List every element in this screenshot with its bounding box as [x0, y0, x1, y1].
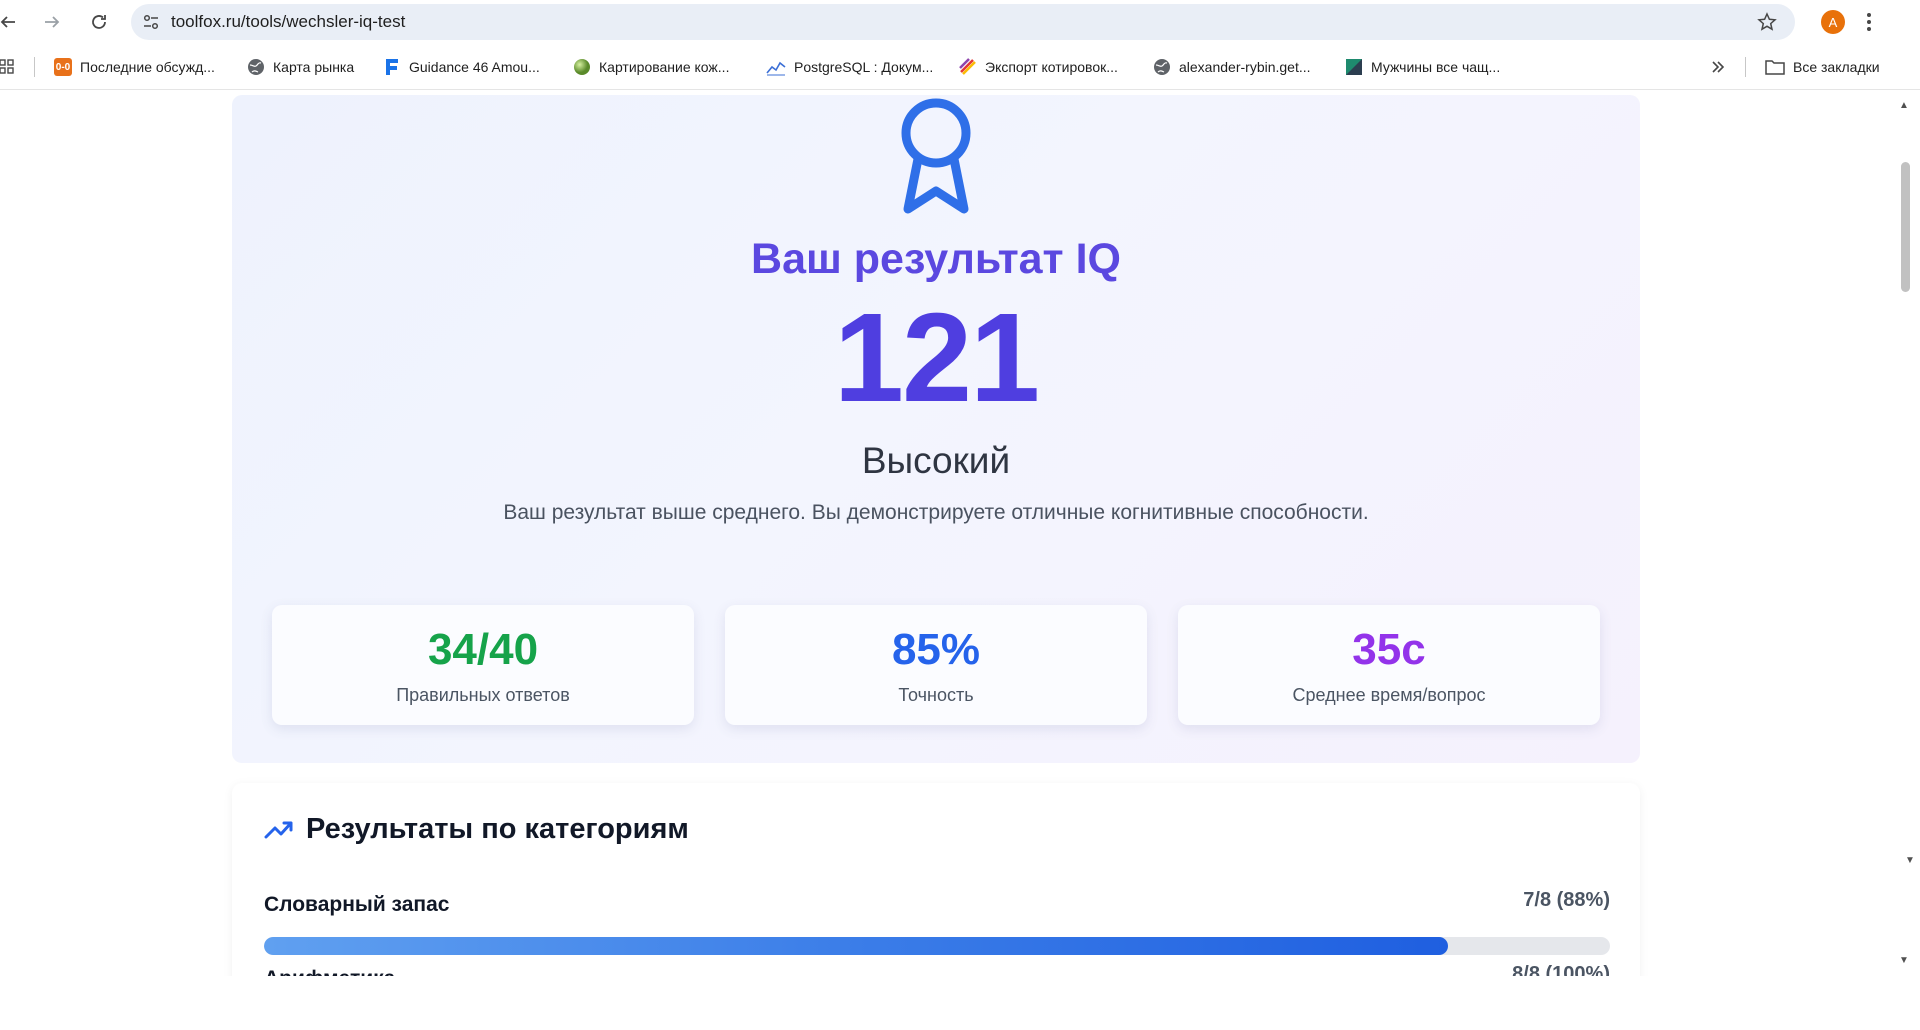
stat-value: 35с [1352, 625, 1426, 674]
progress-track [264, 937, 1610, 955]
scroll-down-arrow-icon[interactable]: ▼ [1899, 955, 1909, 966]
result-title: Ваш результат IQ [751, 235, 1121, 283]
forward-button[interactable] [30, 0, 74, 44]
address-bar[interactable]: toolfox.ru/tools/wechsler-iq-test [131, 4, 1795, 40]
stat-card-avg-time: 35с Среднее время/вопрос [1178, 605, 1600, 725]
category-score: 7/8 (88%) [1523, 889, 1610, 911]
bookmark-item[interactable]: Guidance 46 Amou... [383, 56, 540, 78]
bookmark-item[interactable]: 0-0 Последние обсужд... [54, 56, 215, 78]
bookmark-label: Последние обсужд... [80, 59, 215, 75]
iq-level: Высокий [861, 440, 1011, 481]
stat-card-correct: 34/40 Правильных ответов [272, 605, 694, 725]
forum-icon: 0-0 [54, 58, 72, 76]
bookmark-label: Карта рынка [273, 59, 355, 75]
scrollbar-thumb[interactable] [1901, 162, 1910, 292]
profile-avatar[interactable]: A [1821, 10, 1845, 34]
stat-value: 34/40 [427, 625, 539, 674]
progress-fill [264, 937, 1449, 955]
scroll-up-arrow-icon[interactable]: ▲ [1899, 100, 1909, 111]
browser-menu-icon[interactable] [1866, 12, 1872, 37]
bookmark-label: Экспорт котировок... [985, 59, 1118, 75]
stat-value: 85% [891, 625, 981, 674]
bookmark-label: Картирование кож... [599, 59, 730, 75]
chevron-double-right-icon [1712, 61, 1725, 73]
more-bookmarks-button[interactable] [1711, 56, 1725, 78]
arrow-right-icon [45, 16, 60, 28]
site-settings-icon[interactable] [131, 13, 171, 31]
result-hero-card: Ваш результат IQ 121 Высокий Ваш результ… [232, 95, 1640, 763]
bookmarks-separator [34, 57, 35, 77]
sphere-icon [574, 59, 590, 75]
stat-label: Правильных ответов [396, 685, 570, 705]
award-ribbon-icon [901, 98, 971, 214]
reload-button[interactable] [77, 0, 121, 44]
chart-icon [766, 61, 786, 76]
bookmark-label: Guidance 46 Amou... [409, 59, 540, 75]
bookmark-label: PostgreSQL : Докум... [794, 59, 934, 75]
stat-label: Точность [898, 685, 974, 705]
scroll-down-small-icon[interactable]: ▼ [1905, 855, 1915, 866]
bookmark-item[interactable]: alexander-rybin.get... [1153, 56, 1311, 78]
bookmark-item[interactable]: Мужчины все чащ... [1345, 56, 1500, 78]
category-name: Словарный запас [264, 893, 450, 916]
category-results-heading: Результаты по категориям [264, 813, 689, 846]
bookmark-item[interactable]: PostgreSQL : Докум... [766, 56, 933, 78]
image-icon [1346, 59, 1362, 75]
page-viewport: Ваш результат IQ 121 Высокий Ваш результ… [0, 91, 1895, 976]
category-name: Арифметика [264, 967, 395, 976]
bookmark-label: Мужчины все чащ... [1371, 59, 1501, 75]
arrow-left-icon [0, 16, 15, 28]
bookmark-item[interactable]: Карта рынка [247, 56, 354, 78]
folder-icon [1765, 60, 1785, 75]
trending-up-icon [264, 821, 293, 838]
bookmark-item[interactable]: Экспорт котировок... [959, 56, 1118, 78]
category-results-card: Результаты по категориям Словарный запас… [232, 783, 1640, 976]
reload-icon [92, 15, 106, 29]
bookmark-item[interactable]: Картирование кож... [573, 56, 729, 78]
browser-toolbar: toolfox.ru/tools/wechsler-iq-test A [0, 0, 1920, 44]
globe-icon [248, 59, 264, 75]
stat-card-accuracy: 85% Точность [725, 605, 1147, 725]
stripes-icon [959, 58, 976, 75]
apps-grid-icon[interactable] [0, 56, 14, 78]
f-logo-icon [386, 59, 398, 75]
iq-score: 121 [833, 287, 1040, 428]
all-bookmarks-button[interactable]: Все закладки [1765, 56, 1880, 78]
stat-label: Среднее время/вопрос [1292, 685, 1486, 705]
url-text[interactable]: toolfox.ru/tools/wechsler-iq-test [171, 12, 405, 32]
all-bookmarks-label: Все закладки [1793, 59, 1880, 75]
category-score: 8/8 (100%) [1512, 963, 1610, 976]
result-description: Ваш результат выше среднего. Вы демонстр… [503, 501, 1369, 524]
bookmark-star-icon[interactable] [1757, 12, 1777, 37]
back-button[interactable] [0, 0, 18, 44]
bookmarks-bar: 0-0 Последние обсужд... Карта рынка Guid… [0, 44, 1920, 90]
category-results-title: Результаты по категориям [306, 813, 689, 845]
bookmark-label: alexander-rybin.get... [1179, 59, 1311, 75]
bookmarks-separator [1745, 57, 1746, 77]
globe-icon [1154, 59, 1170, 75]
